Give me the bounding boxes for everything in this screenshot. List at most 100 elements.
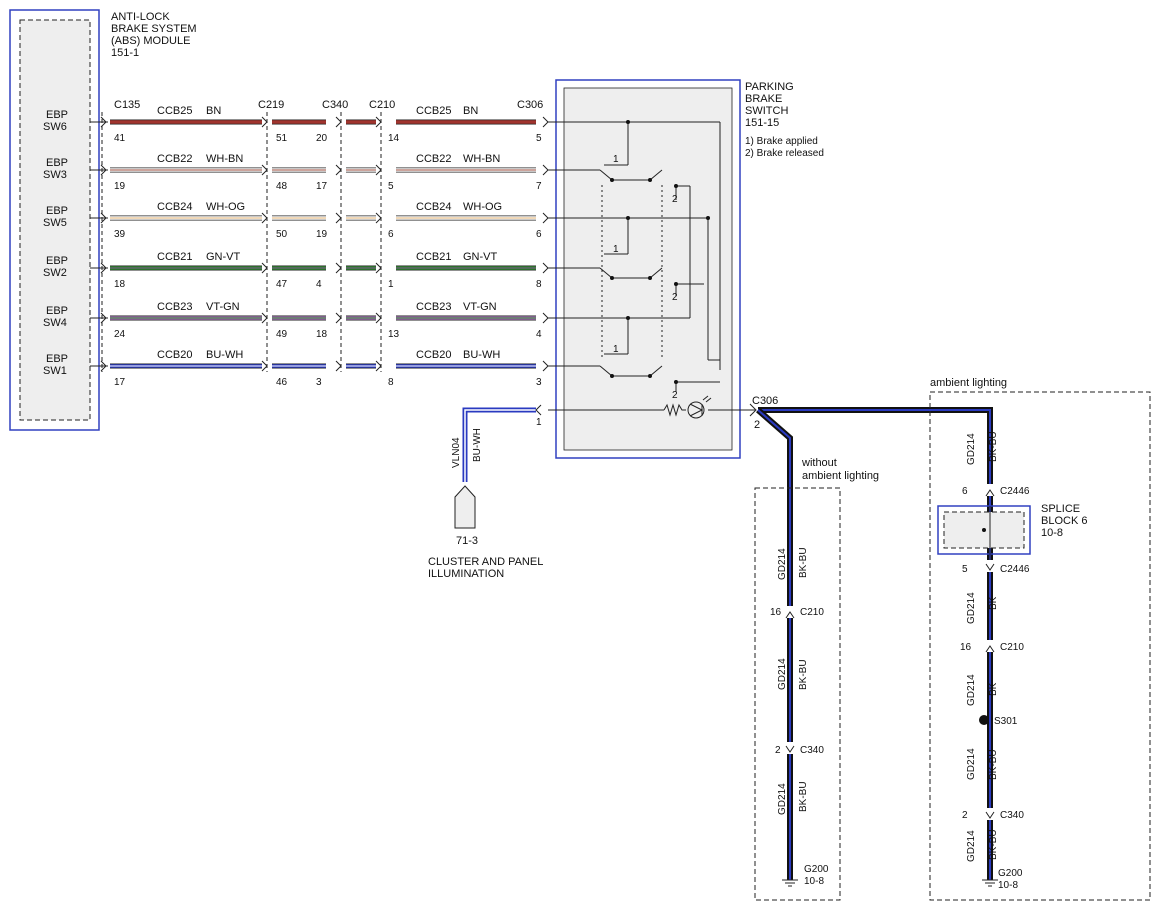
circuit-rows: EBPSW6CCB25BNCCB25BN415120145SW6EBPSW3CC…	[43, 105, 594, 388]
illumination-title-2: ILLUMINATION	[428, 568, 504, 580]
connector-arrow	[542, 312, 549, 324]
illumination-circuit: VLN04	[451, 437, 462, 468]
wa-wire1-circuit: GD214	[777, 548, 788, 580]
connector-arrow	[375, 116, 382, 128]
connector-arrow	[542, 262, 549, 274]
pin-number: 17	[316, 181, 328, 192]
connector-arrow	[261, 312, 268, 324]
circuit-id: CCB22	[157, 153, 192, 165]
connector-arrow	[375, 212, 382, 224]
switch-state-1-a: 1	[613, 154, 619, 165]
pin-number: 14	[388, 133, 400, 144]
circuit-row: EBPSW3CCB22WH-BNCCB22WH-BN19481757SW3	[43, 153, 594, 192]
pin-number: 6	[388, 229, 394, 240]
pin-number: 18	[316, 329, 328, 340]
pin-number: 24	[114, 329, 126, 340]
am-c210-pin: 16	[960, 642, 972, 653]
module-pin-label: EBP	[46, 157, 68, 169]
abs-title-3: (ABS) MODULE	[111, 35, 190, 47]
switch-title-4: 151-15	[745, 117, 779, 129]
module-pin-label: SW4	[43, 317, 67, 329]
connector-arrow	[542, 116, 549, 128]
switch-state-1-c: 1	[613, 344, 619, 355]
wa-c340-name: C340	[800, 745, 824, 756]
am-c2446-bot-pin: 5	[962, 564, 968, 575]
pin-number: 5	[536, 133, 542, 144]
am-c2446-bot-name: C2446	[1000, 564, 1030, 575]
switch-state-2-a: 2	[672, 194, 678, 205]
circuit-id: CCB23	[416, 301, 451, 313]
module-pin-label: EBP	[46, 353, 68, 365]
pin-number: 4	[536, 329, 542, 340]
pin-number: 3	[316, 377, 322, 388]
abs-title-4: 151-1	[111, 47, 139, 59]
circuit-row: EBPSW4CCB23VT-GNCCB23VT-GN244918134SW4	[43, 301, 594, 340]
wa-wire3-circuit: GD214	[777, 783, 788, 815]
wa-c340-pin: 2	[775, 745, 781, 756]
connector-arrow	[542, 212, 549, 224]
circuit-id: CCB24	[157, 201, 192, 213]
connector-arrow	[335, 262, 342, 274]
circuit-row: EBPSW5CCB24WH-OGCCB24WH-OG39501966SW5	[43, 201, 594, 240]
connector-c219: C219	[258, 99, 284, 111]
circuit-id: CCB25	[416, 105, 451, 117]
connector-arrow	[261, 212, 268, 224]
illumination-title-1: CLUSTER AND PANEL	[428, 556, 543, 568]
am-c2446-top-pin: 6	[962, 486, 968, 497]
connector-arrow	[542, 164, 549, 176]
connector-arrow	[375, 164, 382, 176]
am-ground-ref: 10-8	[998, 880, 1018, 891]
pin-number: 47	[276, 279, 288, 290]
circuit-color: BN	[463, 105, 478, 117]
module-pin-label: SW2	[43, 267, 67, 279]
am-ground-icon	[982, 879, 998, 887]
module-pin-label: SW3	[43, 169, 67, 181]
module-pin-label: EBP	[46, 205, 68, 217]
am-c340-name: C340	[1000, 810, 1024, 821]
connector-arrow	[335, 312, 342, 324]
wa-ground-name: G200	[804, 864, 829, 875]
connector-arrow	[261, 116, 268, 128]
switch-state-1-b: 1	[613, 244, 619, 255]
wa-c210-pin: 16	[770, 607, 782, 618]
ambient-block: ambient lighting GD214 BK-BU 6 C2446 SPL…	[929, 377, 1151, 901]
circuit-id: CCB25	[157, 105, 192, 117]
circuit-id: CCB20	[157, 349, 192, 361]
ambient-label: ambient lighting	[930, 377, 1007, 389]
circuit-color: BN	[206, 105, 221, 117]
illumination-color: BU-WH	[472, 428, 483, 462]
connector-arrow	[335, 212, 342, 224]
pin-number: 6	[536, 229, 542, 240]
wa-ground-icon	[782, 879, 798, 887]
wa-c210-name: C210	[800, 607, 824, 618]
connector-arrow	[335, 360, 342, 372]
switch-title-1: PARKING	[745, 81, 794, 93]
c306-label: C306	[752, 395, 778, 407]
circuit-id: CCB23	[157, 301, 192, 313]
without-ambient-block: without ambient lighting GD214 BK-BU 16 …	[754, 457, 879, 901]
am-c2446-top-name: C2446	[1000, 486, 1030, 497]
wa-wire2-color: BK-BU	[798, 659, 809, 690]
circuit-color: BU-WH	[206, 349, 243, 361]
circuit-color: WH-BN	[463, 153, 500, 165]
wiring-diagram: ANTI-LOCK BRAKE SYSTEM (ABS) MODULE 151-…	[9, 9, 1151, 901]
connector-dividers	[101, 112, 382, 372]
module-pin-label: EBP	[46, 109, 68, 121]
am-wire2-circuit: GD214	[966, 592, 977, 624]
wa-wire2-circuit: GD214	[777, 658, 788, 690]
connector-c340: C340	[322, 99, 348, 111]
switch-title-2: BRAKE	[745, 93, 782, 105]
circuit-id: CCB21	[157, 251, 192, 263]
connector-arrow	[375, 312, 382, 324]
illumination-pin: 1	[536, 417, 542, 428]
abs-title-2: BRAKE SYSTEM	[111, 23, 197, 35]
am-ground-name: G200	[998, 868, 1023, 879]
abs-title-1: ANTI-LOCK	[111, 11, 170, 23]
pin-number: 13	[388, 329, 400, 340]
circuit-color: WH-OG	[463, 201, 502, 213]
circuit-row: EBPSW1CCB20BU-WHCCB20BU-WH1746383SW1	[43, 349, 594, 388]
am-wire1-color: BK-BU	[988, 431, 999, 462]
pin-number: 41	[114, 133, 126, 144]
circuit-id: CCB22	[416, 153, 451, 165]
splice-title-1: SPLICE	[1041, 503, 1080, 515]
